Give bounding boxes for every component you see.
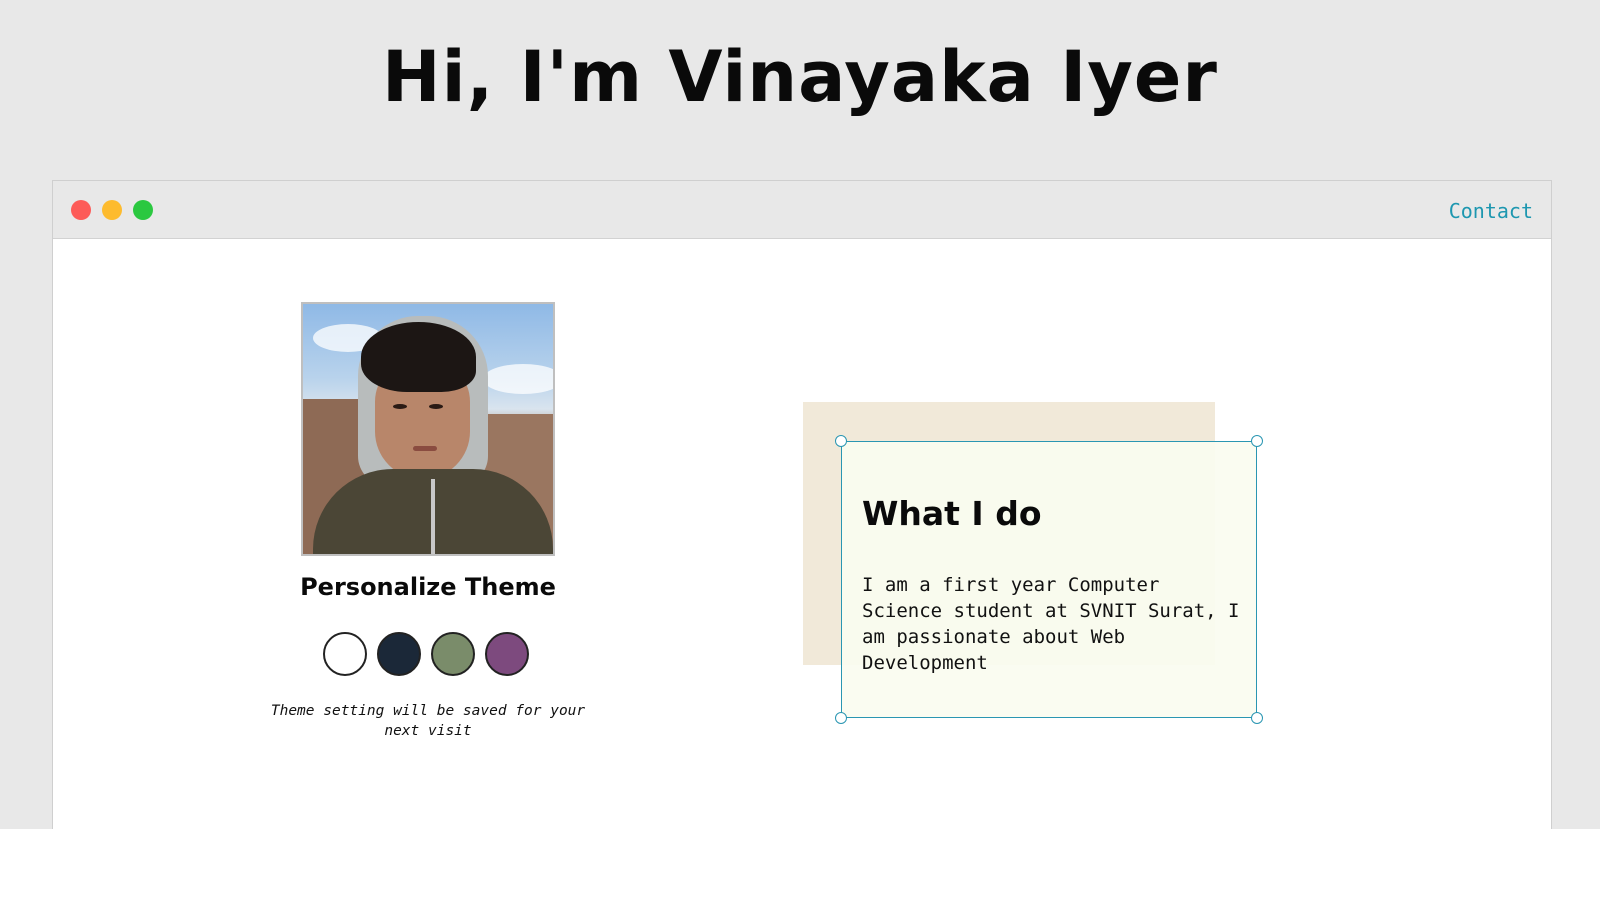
hair-shape <box>361 322 476 392</box>
eye-shape <box>429 404 443 409</box>
minimize-window-button[interactable] <box>102 200 122 220</box>
mouth-shape <box>413 446 437 451</box>
hero-title: Hi, I'm Vinayaka Iyer <box>382 36 1218 118</box>
zipper-shape <box>431 479 435 554</box>
theme-swatch-light[interactable] <box>323 632 367 676</box>
window-titlebar: Contact <box>53 181 1551 239</box>
card-title: What I do <box>862 494 1042 533</box>
theme-note: Theme setting will be saved for your nex… <box>270 703 586 739</box>
resize-handle[interactable] <box>1251 435 1263 447</box>
what-i-do-card: What I do I am a first year Computer Sci… <box>835 435 1263 724</box>
theme-swatch-green[interactable] <box>431 632 475 676</box>
theme-swatch-group <box>323 632 543 678</box>
close-window-button[interactable] <box>71 200 91 220</box>
theme-heading: Personalize Theme <box>300 573 556 601</box>
theme-swatch-dark-blue[interactable] <box>377 632 421 676</box>
resize-handle[interactable] <box>1251 712 1263 724</box>
card-body: I am a first year Computer Science stude… <box>862 574 1240 674</box>
cloud-shape <box>483 364 553 394</box>
resize-handle[interactable] <box>835 712 847 724</box>
contact-link[interactable]: Contact <box>1449 199 1533 223</box>
eye-shape <box>393 404 407 409</box>
maximize-window-button[interactable] <box>133 200 153 220</box>
theme-swatch-purple[interactable] <box>485 632 529 676</box>
browser-window: Contact Personalize Theme Theme setting … <box>52 180 1552 829</box>
resize-handle[interactable] <box>835 435 847 447</box>
profile-photo <box>301 302 555 556</box>
